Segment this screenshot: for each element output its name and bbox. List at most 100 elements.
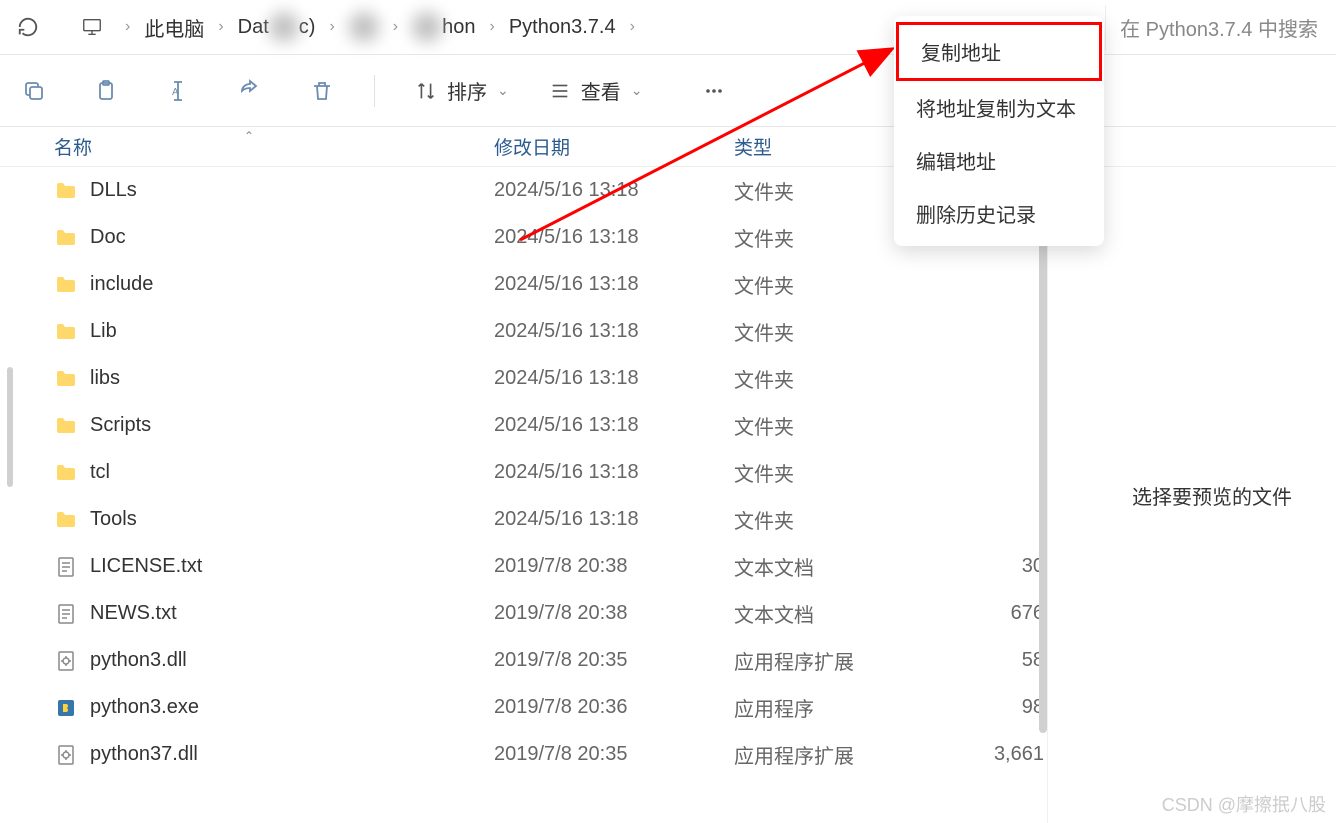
context-menu: 复制地址 将地址复制为文本 编辑地址 删除历史记录: [894, 16, 1104, 246]
paste-icon: [94, 79, 118, 103]
file-name: DLLs: [90, 179, 494, 202]
chevron-right-icon: ›: [125, 18, 130, 36]
breadcrumb-item-pc[interactable]: 此电脑: [138, 9, 210, 46]
search-input[interactable]: 在 Python3.7.4 中搜索: [1105, 5, 1332, 50]
share-icon: [238, 79, 262, 103]
file-date: 2024/5/16 13:18: [494, 461, 734, 484]
right-scrollbar[interactable]: [1039, 173, 1047, 733]
file-type: 文本文档: [734, 599, 944, 628]
context-delete-history[interactable]: 删除历史记录: [894, 187, 1104, 240]
file-row[interactable]: Doc2024/5/16 13:18文件夹: [17, 214, 1047, 261]
file-name: NEWS.txt: [90, 602, 494, 625]
file-type: 应用程序扩展: [734, 646, 944, 675]
column-date[interactable]: 修改日期: [494, 133, 734, 160]
refresh-icon: [17, 16, 39, 38]
file-name: python3.exe: [90, 696, 494, 719]
folder-icon: [54, 273, 78, 297]
file-name: Tools: [90, 508, 494, 531]
file-name: python37.dll: [90, 743, 494, 766]
file-type: 文本文档: [734, 552, 944, 581]
file-area: DLLs2024/5/16 13:18文件夹Doc2024/5/16 13:18…: [0, 167, 1336, 823]
context-copy-address[interactable]: 复制地址: [896, 22, 1102, 81]
chevron-right-icon: ›: [393, 18, 398, 36]
chevron-right-icon: ›: [218, 18, 223, 36]
file-row[interactable]: python37.dll2019/7/8 20:35应用程序扩展3,661: [17, 731, 1047, 778]
file-row[interactable]: python3.dll2019/7/8 20:35应用程序扩展58: [17, 637, 1047, 684]
breadcrumb-item-python-parent[interactable]: hon: [406, 8, 481, 46]
left-scrollbar[interactable]: [7, 367, 13, 487]
breadcrumb-item-drive[interactable]: Datc): [232, 8, 322, 46]
folder-icon: [54, 414, 78, 438]
dll-file-icon: [54, 649, 78, 673]
dll-file-icon: [54, 743, 78, 767]
file-row[interactable]: Lib2024/5/16 13:18文件夹: [17, 308, 1047, 355]
breadcrumb-root[interactable]: [75, 12, 117, 42]
file-size: 98: [944, 696, 1044, 719]
column-name[interactable]: 名称 ⌃: [54, 133, 494, 160]
trash-icon: [310, 79, 334, 103]
rename-icon: A: [166, 79, 190, 103]
file-name: libs: [90, 367, 494, 390]
file-size: 676: [944, 602, 1044, 625]
file-name: python3.dll: [90, 649, 494, 672]
file-size: 30: [944, 555, 1044, 578]
folder-icon: [54, 320, 78, 344]
folder-icon: [54, 508, 78, 532]
file-row[interactable]: tcl2024/5/16 13:18文件夹: [17, 449, 1047, 496]
sort-asc-icon: ⌃: [244, 129, 254, 143]
refresh-button[interactable]: [0, 0, 55, 55]
file-date: 2024/5/16 13:18: [494, 226, 734, 249]
chevron-right-icon: ›: [329, 18, 334, 36]
file-date: 2019/7/8 20:35: [494, 649, 734, 672]
breadcrumb-item-python374[interactable]: Python3.7.4: [503, 12, 622, 43]
file-size: 58: [944, 649, 1044, 672]
file-list: DLLs2024/5/16 13:18文件夹Doc2024/5/16 13:18…: [17, 167, 1047, 823]
file-name: Scripts: [90, 414, 494, 437]
text-file-icon: [54, 555, 78, 579]
file-date: 2019/7/8 20:38: [494, 602, 734, 625]
file-name: Doc: [90, 226, 494, 249]
file-row[interactable]: LICENSE.txt2019/7/8 20:38文本文档30: [17, 543, 1047, 590]
share-button[interactable]: [238, 79, 262, 103]
exe-file-icon: [54, 696, 78, 720]
more-button[interactable]: [702, 79, 726, 103]
file-name: tcl: [90, 461, 494, 484]
rename-button[interactable]: A: [166, 79, 190, 103]
chevron-right-icon: ›: [489, 18, 494, 36]
context-copy-as-text[interactable]: 将地址复制为文本: [894, 81, 1104, 134]
column-headers: 名称 ⌃ 修改日期 类型: [0, 127, 1336, 167]
file-row[interactable]: NEWS.txt2019/7/8 20:38文本文档676: [17, 590, 1047, 637]
file-type: 应用程序扩展: [734, 740, 944, 769]
sort-button[interactable]: 排序 ⌄: [415, 76, 509, 105]
copy-icon: [22, 79, 46, 103]
list-icon: [549, 80, 571, 102]
file-size: 3,661: [944, 743, 1044, 766]
breadcrumb-item-blurred[interactable]: [343, 8, 385, 46]
delete-button[interactable]: [310, 79, 334, 103]
file-type: 文件夹: [734, 505, 944, 534]
folder-icon: [54, 226, 78, 250]
preview-hint: 选择要预览的文件: [1132, 481, 1292, 510]
left-gutter: [0, 167, 17, 823]
toolbar: A 排序 ⌄ 查看 ⌄: [0, 55, 1336, 127]
file-row[interactable]: Scripts2024/5/16 13:18文件夹: [17, 402, 1047, 449]
file-row[interactable]: include2024/5/16 13:18文件夹: [17, 261, 1047, 308]
paste-button[interactable]: [94, 79, 118, 103]
chevron-right-icon: ›: [630, 18, 635, 36]
file-row[interactable]: DLLs2024/5/16 13:18文件夹: [17, 167, 1047, 214]
file-type: 文件夹: [734, 270, 944, 299]
address-bar: › 此电脑 › Datc) › › hon › Python3.7.4 › 在 …: [0, 0, 1336, 55]
file-date: 2019/7/8 20:35: [494, 743, 734, 766]
context-edit-address[interactable]: 编辑地址: [894, 134, 1104, 187]
file-type: 文件夹: [734, 364, 944, 393]
copy-button[interactable]: [22, 79, 46, 103]
file-row[interactable]: Tools2024/5/16 13:18文件夹: [17, 496, 1047, 543]
file-name: LICENSE.txt: [90, 555, 494, 578]
view-button[interactable]: 查看 ⌄: [549, 76, 643, 105]
file-row[interactable]: python3.exe2019/7/8 20:36应用程序98: [17, 684, 1047, 731]
file-date: 2024/5/16 13:18: [494, 508, 734, 531]
file-row[interactable]: libs2024/5/16 13:18文件夹: [17, 355, 1047, 402]
chevron-down-icon: ⌄: [497, 82, 509, 99]
file-date: 2024/5/16 13:18: [494, 320, 734, 343]
file-type: 文件夹: [734, 411, 944, 440]
